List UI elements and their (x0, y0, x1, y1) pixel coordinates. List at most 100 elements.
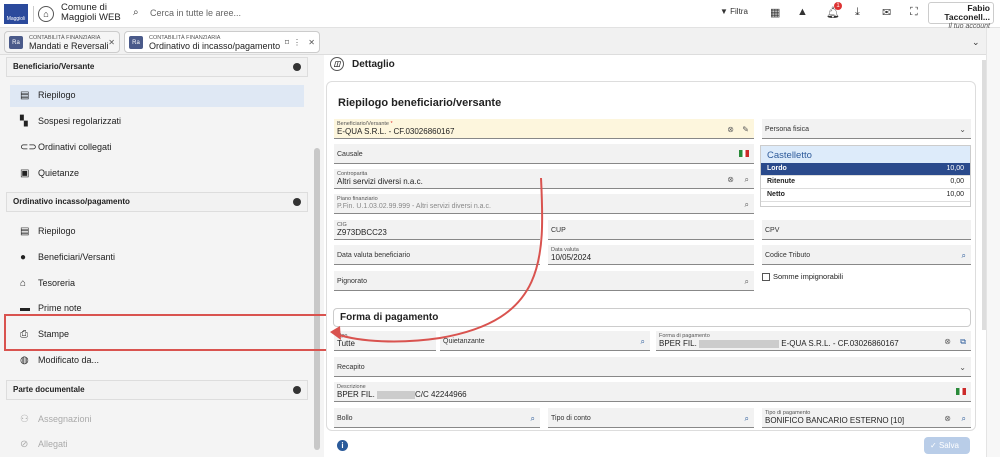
sidebar-item-riepilogo-ord[interactable]: ▤ Riepilogo (10, 221, 304, 243)
field-value: BONIFICO BANCARIO ESTERNO [10] (765, 416, 905, 425)
tipo-conto-field[interactable]: Tipo di conto ⌕ (548, 408, 754, 428)
clear-icon[interactable]: ⊗ (944, 337, 951, 346)
panel-icon[interactable]: ◫ (330, 57, 344, 71)
tab-title: Mandati e Reversali (29, 41, 109, 51)
forma-pagamento-field[interactable]: Forma di pagamento BPER FIL. E-QUA S.R.L… (656, 331, 971, 351)
fullscreen-icon[interactable]: ⛶ (910, 6, 918, 19)
causale-field[interactable]: Causale (334, 144, 754, 164)
chevron-down-icon[interactable]: ⌄ (972, 37, 980, 48)
sidebar-item-assegnazioni[interactable]: ⚇ Assegnazioni (10, 409, 304, 431)
card-title: Riepilogo beneficiario/versante (338, 97, 502, 109)
warning-icon[interactable]: ▲ (797, 6, 808, 18)
recapito-select[interactable]: Recapito ⌄ (334, 357, 971, 377)
field-label: CPV (765, 227, 780, 234)
sidebar-item-sospesi[interactable]: ▚ Sospesi regolarizzati (10, 111, 304, 133)
tipo-field[interactable]: Tipo Tutte (334, 331, 436, 351)
search-icon[interactable]: ⌕ (641, 337, 645, 347)
field-value: E-QUA S.R.L. - CF.03026860167 (337, 127, 455, 136)
sidebar-section-ordinativo[interactable]: Ordinativo incasso/pagamento (6, 192, 308, 212)
checkbox-icon[interactable] (762, 273, 770, 282)
cig-field[interactable]: CIG Z973DBCC23 (334, 220, 540, 240)
app-title: Comune di Maggioli WEB (61, 3, 121, 23)
summary-icon: ▤ (20, 226, 30, 237)
sidebar-item-tesoreria[interactable]: ⌂ Tesoreria (10, 273, 304, 295)
search-icon[interactable]: ⌕ (745, 414, 749, 424)
collapse-icon[interactable] (293, 63, 301, 71)
sidebar-item-beneficiari[interactable]: ● Beneficiari/Versanti (10, 247, 304, 269)
user-name: Fabio Tacconell... (944, 3, 990, 22)
search-icon[interactable]: ⌕ (745, 175, 749, 185)
data-valuta-beneficiario-field[interactable]: Data valuta beneficiario (334, 245, 540, 265)
tipo-pagamento-field[interactable]: Tipo di pagamento BONIFICO BANCARIO ESTE… (762, 408, 971, 428)
data-valuta-field[interactable]: Data valuta 10/05/2024 (548, 245, 754, 265)
search-icon[interactable]: ⌕ (745, 200, 749, 210)
cup-field[interactable]: CUP (548, 220, 754, 240)
descrizione-field[interactable]: Descrizione BPER FIL. C/C 42244966 (334, 382, 971, 402)
sidebar-section-documentale[interactable]: Parte documentale (6, 380, 308, 400)
search-icon[interactable]: ⌕ (962, 251, 966, 261)
quietanzante-field[interactable]: Quietanzante ⌕ (440, 331, 650, 351)
close-icon[interactable]: ✕ (108, 38, 115, 47)
info-icon[interactable]: i (337, 440, 348, 451)
sidebar-scrollbar[interactable] (314, 148, 320, 450)
field-label: CUP (551, 227, 566, 234)
sidebar-item-label: Riepilogo (38, 226, 76, 236)
field-label: Recapito (337, 364, 365, 371)
search-icon[interactable]: ⌕ (745, 277, 749, 287)
collapse-icon[interactable] (293, 198, 301, 206)
filter-button[interactable]: ▼ Filtra (720, 7, 748, 16)
search-icon[interactable]: ⌕ (531, 414, 535, 424)
codice-tributo-field[interactable]: Codice Tributo ⌕ (762, 245, 971, 265)
edit-icon[interactable]: ✎ (742, 125, 749, 134)
chevron-down-icon[interactable]: ⌄ (959, 363, 966, 372)
summary-icon: ▤ (20, 90, 30, 101)
field-value: Z973DBCC23 (337, 228, 387, 237)
detail-title: Dettaglio (352, 59, 395, 70)
persona-fisica-select[interactable]: Persona fisica ⌄ (762, 119, 971, 139)
beneficiario-field[interactable]: Beneficiario/Versante * E-QUA S.R.L. - C… (334, 119, 754, 139)
search-icon[interactable]: ⌕ (962, 414, 966, 424)
home-icon[interactable]: ⌂ (38, 6, 54, 22)
clear-icon[interactable]: ⊗ (727, 175, 734, 184)
chevron-down-icon[interactable]: ⌄ (959, 125, 966, 134)
forma-pagamento-title: Forma di pagamento (333, 308, 971, 327)
pin-icon[interactable]: ⌑ (285, 38, 289, 47)
section-title: Parte documentale (13, 385, 85, 394)
search-icon[interactable]: ⌕ (133, 7, 139, 18)
pignorato-field[interactable]: Pignorato ⌕ (334, 271, 754, 291)
cpv-field[interactable]: CPV (762, 220, 971, 240)
collapse-icon[interactable] (293, 386, 301, 394)
mail-icon[interactable]: ✉ (882, 6, 891, 19)
download-icon[interactable]: ⤓ (855, 6, 860, 19)
open-icon[interactable]: ⧉ (960, 337, 966, 347)
clear-icon[interactable]: ⊗ (944, 414, 951, 423)
field-label: Tipo di conto (551, 415, 591, 422)
piano-finanziario-field[interactable]: Piano finanziario P.Fin. U.1.03.02.99.99… (334, 194, 754, 214)
user-account-button[interactable]: Fabio Tacconell... Il tuo account (928, 2, 994, 30)
somme-impignorabili-checkbox[interactable]: Somme impignorabili (762, 272, 843, 282)
sidebar-section-beneficiario[interactable]: Beneficiario/Versante (6, 57, 308, 77)
sidebar-item-modificato[interactable]: ◍ Modificato da... (10, 350, 304, 372)
save-button[interactable]: ✓ Salva (924, 437, 970, 454)
apps-grid-icon[interactable]: ▦ (770, 6, 780, 19)
controparita-field[interactable]: Controparita Altri servizi diversi n.a.c… (334, 169, 754, 189)
search-input[interactable]: Cerca in tutte le aree... (150, 8, 241, 18)
sidebar-item-label: Beneficiari/Versanti (38, 252, 116, 262)
tab-mandati-reversali[interactable]: Ra CONTABILITÀ FINANZIARIA Mandati e Rev… (4, 31, 120, 53)
tab-ordinativo[interactable]: Ra CONTABILITÀ FINANZIARIA Ordinativo di… (124, 31, 320, 53)
sidebar-item-ordinativi-collegati[interactable]: ⊂⊃ Ordinativi collegati (10, 137, 304, 159)
close-icon[interactable]: ✕ (308, 38, 315, 47)
field-value: 10/05/2024 (551, 253, 592, 262)
sidebar-item-quietanze[interactable]: ▣ Quietanze (10, 163, 304, 185)
more-icon[interactable]: ⋮ (293, 38, 301, 47)
clear-icon[interactable]: ⊗ (727, 125, 734, 134)
top-bar: Maggioli ⌂ Comune di Maggioli WEB ⌕ Cerc… (0, 0, 1000, 30)
maggioli-logo: Maggioli (4, 4, 28, 24)
hierarchy-icon: ▚ (20, 116, 28, 127)
bollo-field[interactable]: Bollo ⌕ (334, 408, 540, 428)
sidebar-item-allegati[interactable]: ⊘ Allegati (10, 434, 304, 456)
redacted-block (699, 339, 780, 348)
sidebar-item-label: Tesoreria (38, 278, 76, 288)
sidebar-item-riepilogo[interactable]: ▤ Riepilogo (10, 85, 304, 107)
field-value: P.Fin. U.1.03.02.99.999 - Altri servizi … (337, 203, 491, 210)
